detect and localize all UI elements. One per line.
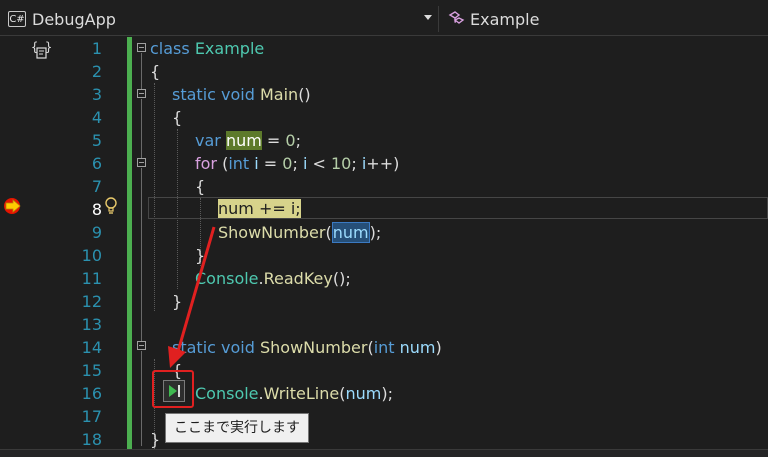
highlighted-reference: num xyxy=(331,222,370,243)
line-number: 9 xyxy=(91,223,102,242)
code-line-3: static void Main() xyxy=(172,85,311,104)
class-name: Example xyxy=(470,9,540,29)
line-number: 13 xyxy=(81,315,102,334)
line-number: 10 xyxy=(81,246,102,265)
fold-line xyxy=(141,310,142,341)
line-number: 18 xyxy=(81,430,102,449)
code-line-18: } xyxy=(150,430,161,449)
project-name: DebugApp xyxy=(32,9,116,29)
class-dropdown[interactable]: Example xyxy=(444,6,764,32)
dropdown-arrow-icon[interactable] xyxy=(424,15,432,20)
code-line-7: { xyxy=(195,177,206,196)
line-number: 17 xyxy=(81,407,102,426)
line-number: 1 xyxy=(91,39,102,58)
line-number: 6 xyxy=(91,154,102,173)
line-number: 2 xyxy=(91,62,102,81)
line-number: 15 xyxy=(81,361,102,380)
code-line-11: Console.ReadKey(); xyxy=(195,269,351,288)
current-line-number: 8 xyxy=(91,200,102,219)
collapse-icon[interactable] xyxy=(137,341,146,350)
annotation-highlight-box xyxy=(152,370,194,408)
code-line-14: static void ShowNumber(int num) xyxy=(172,338,442,357)
line-number: 12 xyxy=(81,292,102,311)
code-line-16: Console.WriteLine(num); xyxy=(195,384,393,403)
fold-line xyxy=(141,351,142,446)
code-line-1: class Example xyxy=(150,39,265,58)
code-line-8: num += i; xyxy=(218,197,301,220)
change-tracking-bar xyxy=(127,37,132,449)
line-number: 11 xyxy=(81,269,102,288)
csharp-project-icon: C# xyxy=(8,11,26,27)
class-icon xyxy=(448,11,465,24)
fold-line xyxy=(141,53,142,89)
fold-line xyxy=(141,99,142,158)
project-dropdown[interactable]: C# DebugApp xyxy=(0,6,439,32)
code-line-12: } xyxy=(172,292,183,311)
code-line-2: { xyxy=(150,62,161,81)
collapse-icon[interactable] xyxy=(137,158,146,167)
code-line-9: ShowNumber(num); xyxy=(218,222,382,243)
line-number: 16 xyxy=(81,384,102,403)
tooltip: ここまで実行します xyxy=(165,413,309,443)
code-line-6: for (int i = 0; i < 10; i++) xyxy=(195,154,400,173)
lightbulb-icon[interactable] xyxy=(104,197,118,215)
code-editor[interactable]: { } 1 2 3 4 5 6 7 8 9 10 11 12 13 14 15 … xyxy=(0,37,768,456)
line-number: 5 xyxy=(91,131,102,150)
line-number: 14 xyxy=(81,338,102,357)
collapse-icon[interactable] xyxy=(137,43,146,52)
fold-line xyxy=(141,168,142,310)
collapse-icon[interactable] xyxy=(137,89,146,98)
execution-pointer-icon[interactable] xyxy=(3,197,25,215)
line-number: 4 xyxy=(91,108,102,127)
navigation-bar: C# DebugApp Example xyxy=(0,0,768,36)
line-number: 7 xyxy=(91,177,102,196)
code-line-5: var num = 0; xyxy=(195,131,301,150)
glyph-margin[interactable] xyxy=(0,37,28,456)
code-line-4: { xyxy=(172,108,183,127)
highlighted-variable: num xyxy=(225,131,262,150)
code-line-10: } xyxy=(195,246,206,265)
scope-icon[interactable]: { } xyxy=(30,39,52,61)
current-statement: num += i; xyxy=(218,199,301,218)
line-number: 3 xyxy=(91,85,102,104)
